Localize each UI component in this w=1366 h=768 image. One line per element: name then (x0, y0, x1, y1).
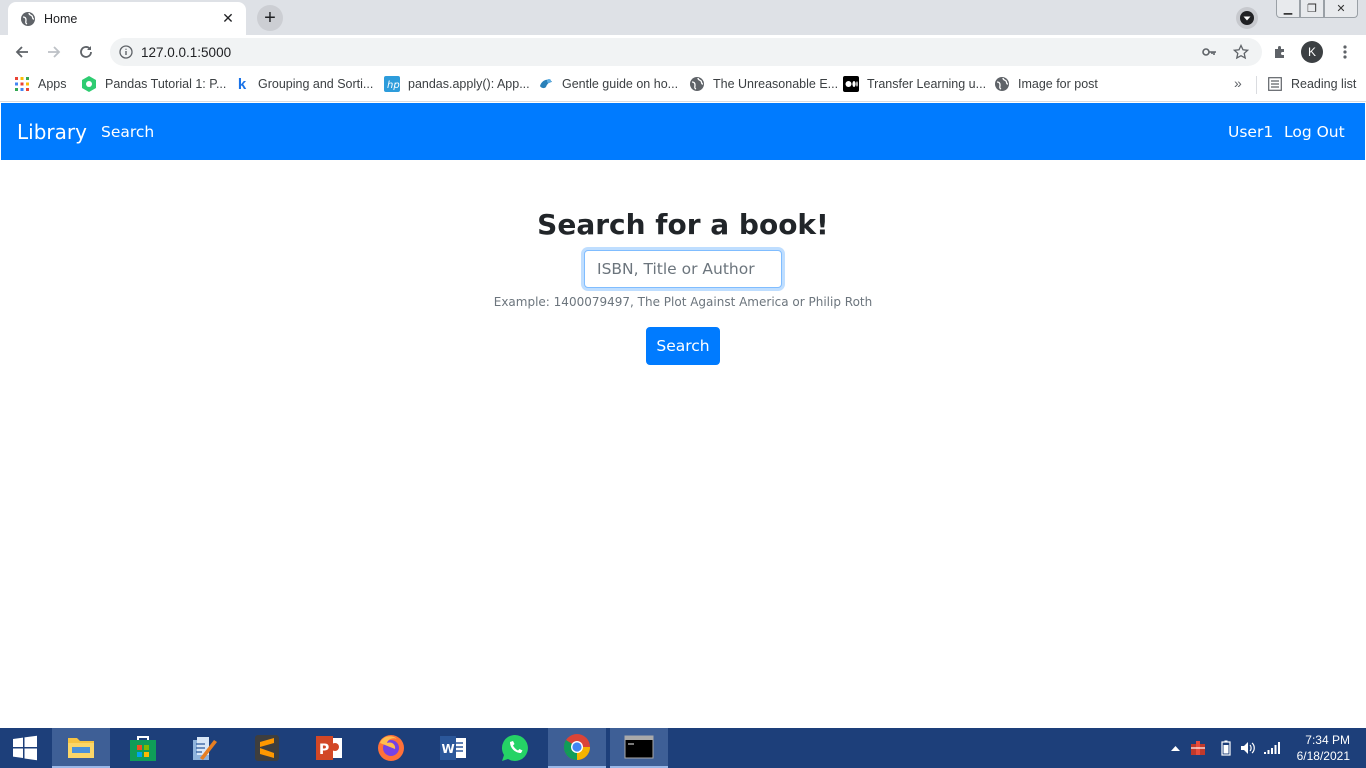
nav-link-search[interactable]: Search (101, 123, 154, 141)
chrome-menu-icon[interactable] (1333, 40, 1357, 64)
forward-icon[interactable] (42, 40, 66, 64)
gentle-guide-icon (538, 76, 554, 92)
show-hidden-icons-icon[interactable] (1168, 728, 1182, 768)
profile-avatar[interactable]: K (1301, 41, 1323, 63)
bookmark-label: Image for post (1018, 77, 1098, 91)
nav-link-logout[interactable]: Log Out (1284, 123, 1345, 141)
nav-link-user[interactable]: User1 (1228, 123, 1273, 141)
clock-date: 6/18/2021 (1296, 749, 1350, 763)
bookmark-label: Pandas Tutorial 1: P... (105, 77, 227, 91)
battery-icon[interactable] (1216, 728, 1236, 768)
svg-text:P: P (319, 742, 329, 758)
window-controls: ▁ ❐ ✕ (1276, 0, 1358, 18)
bookmark-image-for-post[interactable]: Image for post (994, 76, 1098, 92)
window-close-icon[interactable]: ✕ (1324, 0, 1358, 18)
bookmarks-divider (1256, 76, 1257, 94)
system-clock[interactable]: 7:34 PM 6/18/2021 (1297, 732, 1350, 764)
browser-tab-strip: Home ✕ + ▁ ❐ ✕ (0, 0, 1366, 35)
pandas-tutorial-icon (81, 76, 97, 92)
windows-start-icon[interactable] (0, 728, 50, 768)
search-helper-text: Example: 1400079497, The Plot Against Am… (493, 295, 873, 309)
bookmark-unreasonable[interactable]: The Unreasonable E... (689, 76, 838, 92)
wordpad-icon[interactable] (176, 728, 234, 768)
windows-taskbar: P W 7:34 PM 6/18/2021 (0, 728, 1366, 768)
minimize-icon[interactable]: ▁ (1276, 0, 1300, 18)
firefox-icon[interactable] (362, 728, 420, 768)
key-icon[interactable] (1198, 41, 1220, 63)
bookmark-pandas-apply[interactable]: hp pandas.apply(): App... (384, 76, 530, 92)
k-site-icon: k (237, 75, 247, 93)
search-button[interactable]: Search (646, 327, 720, 365)
site-info-icon[interactable] (119, 45, 133, 59)
word-icon[interactable]: W (424, 728, 482, 768)
bookmarks-overflow-button[interactable]: » (1234, 75, 1242, 91)
browser-tab-home[interactable]: Home ✕ (8, 2, 246, 35)
reload-icon[interactable] (74, 40, 98, 64)
tab-close-icon[interactable]: ✕ (220, 10, 236, 27)
file-explorer-icon[interactable] (52, 728, 110, 768)
extensions-icon[interactable] (1268, 40, 1292, 64)
apps-grid-icon (14, 76, 30, 92)
volume-icon[interactable] (1238, 728, 1258, 768)
bookmark-label: Apps (38, 77, 67, 91)
svg-text:hp: hp (387, 80, 400, 91)
back-icon[interactable] (10, 40, 34, 64)
new-tab-button[interactable]: + (257, 5, 283, 31)
medium-icon (843, 76, 859, 92)
address-bar[interactable]: 127.0.0.1:5000 (110, 38, 1262, 66)
store-icon[interactable] (114, 728, 172, 768)
chrome-menu-dropdown-icon[interactable] (1236, 7, 1258, 29)
url-text: 127.0.0.1:5000 (141, 44, 232, 60)
bookmark-gentle-guide[interactable]: Gentle guide on ho... (538, 76, 678, 92)
page-title: Search for a book! (537, 208, 829, 241)
network-signal-icon[interactable] (1262, 728, 1282, 768)
bookmark-star-icon[interactable] (1230, 41, 1252, 63)
bookmark-apps[interactable]: Apps (14, 76, 67, 92)
bookmark-label: Gentle guide on ho... (562, 77, 679, 91)
navbar-brand[interactable]: Library (17, 120, 87, 144)
bookmark-label: The Unreasonable E... (713, 77, 839, 91)
restore-icon[interactable]: ❐ (1300, 0, 1324, 18)
sublime-text-icon[interactable] (238, 728, 296, 768)
globe-icon (994, 76, 1010, 92)
security-tray-icon[interactable] (1188, 728, 1208, 768)
bookmark-label: Grouping and Sorti... (258, 77, 374, 91)
clock-time: 7:34 PM (1305, 733, 1350, 747)
powerpoint-icon[interactable]: P (300, 728, 358, 768)
app-navbar: Library Search User1 Log Out (1, 103, 1365, 160)
globe-icon (689, 76, 705, 92)
bookmark-transfer-learning[interactable]: Transfer Learning u... (843, 76, 986, 92)
bookmark-label: Transfer Learning u... (867, 77, 987, 91)
hp-icon: hp (384, 76, 400, 92)
svg-text:W: W (442, 742, 455, 756)
bookmark-grouping-sorting[interactable]: k Grouping and Sorti... (234, 75, 374, 93)
globe-icon (20, 11, 36, 27)
bookmark-label: pandas.apply(): App... (408, 77, 530, 91)
bookmarks-bar: Apps Pandas Tutorial 1: P... k Grouping … (0, 69, 1366, 102)
whatsapp-icon[interactable] (486, 728, 544, 768)
search-input[interactable] (584, 250, 782, 288)
bookmark-pandas-tutorial[interactable]: Pandas Tutorial 1: P... (81, 76, 226, 92)
chrome-icon[interactable] (548, 728, 606, 768)
reading-list-label: Reading list (1291, 77, 1357, 91)
reading-list-icon (1267, 76, 1283, 92)
browser-toolbar: 127.0.0.1:5000 K (0, 35, 1366, 69)
reading-list-button[interactable]: Reading list (1267, 76, 1356, 92)
tab-title: Home (44, 11, 78, 26)
terminal-icon[interactable] (610, 728, 668, 768)
